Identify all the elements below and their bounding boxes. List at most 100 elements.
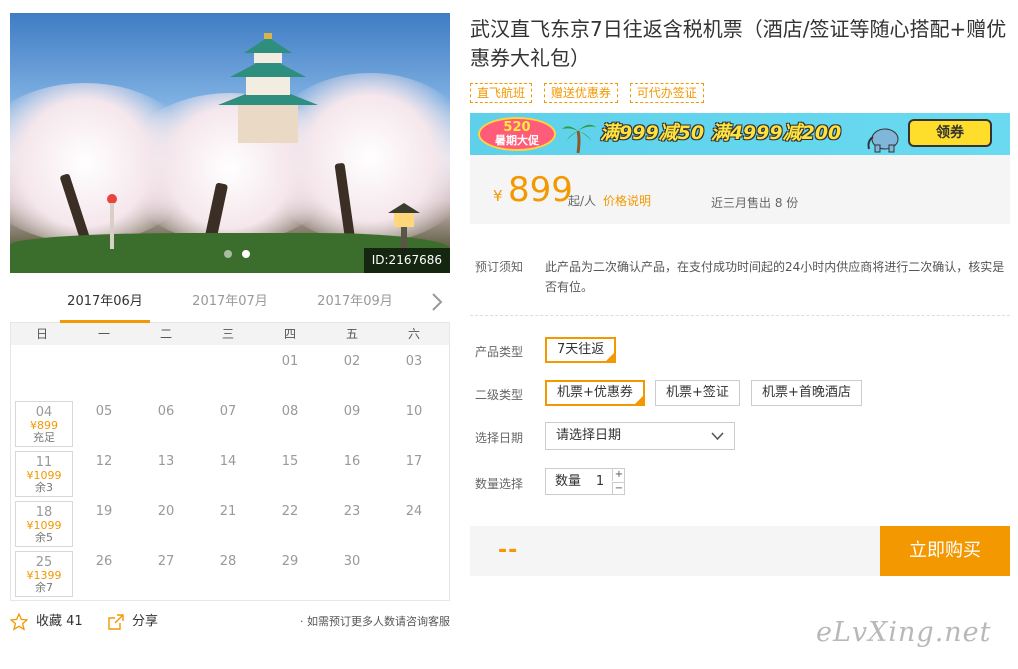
calendar-day-number: 08 [281, 404, 299, 419]
calendar-day-available[interactable]: 25 ¥1399 余7 [15, 551, 73, 597]
month-tab-1[interactable]: 2017年06月 [60, 283, 150, 323]
calendar-day-number: 27 [157, 554, 175, 569]
calendar-day: 20 [137, 501, 195, 547]
month-tab-2[interactable]: 2017年07月 [185, 283, 275, 323]
calendar-day: 27 [137, 551, 195, 597]
calendar-day-number: 29 [281, 554, 299, 569]
month-tabs: 2017年06月 2017年07月 2017年09月 [10, 283, 450, 323]
calendar-day-available[interactable]: 18 ¥1099 余5 [15, 501, 73, 547]
tag-direct-flight: 直飞航班 [470, 83, 533, 103]
chevron-down-icon [711, 432, 724, 441]
calendar-day: 17 [385, 451, 443, 497]
slide-dot-1[interactable] [224, 250, 232, 258]
purchase-bar: -- 立即购买 [470, 526, 1010, 576]
booking-notice-label: 预订须知 [475, 260, 524, 274]
calendar-day: 23 [323, 501, 381, 547]
product-title: 武汉直飞东京7日往返含税机票（酒店/签证等随心搭配+赠优惠券大礼包） [470, 17, 1007, 70]
calendar-day-stock: 余5 [35, 531, 53, 544]
weekday-label: 一 [97, 327, 110, 341]
sold-count: 近三月售出 8 份 [711, 196, 799, 210]
calendar-day: 30 [323, 551, 381, 597]
calendar-day-number: 26 [95, 554, 113, 569]
calendar-day-available[interactable]: 11 ¥1099 余3 [15, 451, 73, 497]
calendar-day-number: 06 [157, 404, 175, 419]
weekday-label: 二 [159, 327, 172, 341]
calendar-day-number: 02 [343, 354, 361, 369]
favorite-button[interactable]: 收藏 41 [10, 612, 90, 632]
chevron-right-icon[interactable] [428, 291, 446, 313]
calendar-day-number: 22 [281, 504, 299, 519]
date-label: 选择日期 [475, 431, 524, 445]
divider [470, 315, 1010, 316]
secondary-type-ticket-visa[interactable]: 机票+签证 [655, 380, 740, 406]
calendar-day: 07 [199, 401, 257, 447]
weekday-label: 日 [35, 327, 48, 341]
calendar-day-number: 17 [405, 454, 423, 469]
share-icon [108, 614, 124, 630]
secondary-type-ticket-hotel[interactable]: 机票+首晚酒店 [751, 380, 862, 406]
calendar-day: 16 [323, 451, 381, 497]
calendar-day: 19 [75, 501, 133, 547]
calendar-day: 12 [75, 451, 133, 497]
calendar-day-number: 18 [35, 505, 53, 520]
booking-notice-text: 此产品为二次确认产品，在支付成功时间起的24小时内供应商将进行二次确认，核实是否… [545, 260, 1005, 294]
product-type-7day-roundtrip[interactable]: 7天往返 [545, 337, 617, 363]
palm-tree-icon [562, 124, 596, 153]
price-currency: ¥ [493, 187, 503, 205]
consult-hint: · 如需预订更多人数请咨询客服 [300, 615, 450, 628]
quantity-increase-button[interactable]: + [612, 469, 625, 481]
image-id-label: ID:2167686 [363, 248, 450, 273]
calendar-day-number: 10 [405, 404, 423, 419]
calendar-day-number: 16 [343, 454, 361, 469]
calendar-day-number: 03 [405, 354, 423, 369]
calendar-day-number: 24 [405, 504, 423, 519]
calendar-day: 21 [199, 501, 257, 547]
secondary-type-label: 二级类型 [475, 388, 524, 402]
product-image-gallery[interactable]: ID:2167686 [10, 13, 450, 273]
price-explain-link[interactable]: 价格说明 [603, 192, 651, 209]
calendar-day-number: 25 [35, 555, 53, 570]
calendar-day: 09 [323, 401, 381, 447]
price-amount: 899 [508, 170, 573, 210]
secondary-type-ticket-coupon[interactable]: 机票+优惠券 [545, 380, 645, 406]
calendar-day-number: 28 [219, 554, 237, 569]
date-select-placeholder: 请选择日期 [556, 428, 622, 443]
calendar-day-number: 14 [219, 454, 237, 469]
calendar-day: 29 [261, 551, 319, 597]
promo-badge: 520 暑期大促 [478, 117, 556, 151]
calendar-day-number: 21 [219, 504, 237, 519]
product-tags: 直飞航班 赠送优惠券 可代办签证 [470, 83, 712, 103]
promo-banner[interactable]: 520 暑期大促 满999减50 满4999减200 领券 [470, 113, 1010, 155]
calendar-day: 02 [323, 351, 381, 397]
calendar-day-number: 05 [95, 404, 113, 419]
promo-deal-text: 满999减50 满4999减200 [600, 122, 842, 144]
buy-now-button[interactable]: 立即购买 [880, 526, 1010, 576]
calendar-day: 03 [385, 351, 443, 397]
quantity-input[interactable]: 1 [590, 469, 610, 494]
calendar-day: 26 [75, 551, 133, 597]
calendar-day-stock: 余7 [35, 581, 53, 594]
claim-coupon-button[interactable]: 领券 [908, 119, 992, 147]
share-label: 分享 [132, 614, 159, 629]
quantity-decrease-button[interactable]: − [612, 482, 625, 494]
calendar-day: 22 [261, 501, 319, 547]
calendar-day-number: 09 [343, 404, 361, 419]
calendar-day-number: 12 [95, 454, 113, 469]
calendar-day-stock: 余3 [35, 481, 53, 494]
promo-badge-number: 520 [503, 120, 531, 135]
calendar-day: 14 [199, 451, 257, 497]
share-button[interactable]: 分享 [107, 612, 167, 632]
slide-dot-2[interactable] [242, 250, 250, 258]
month-tab-3[interactable]: 2017年09月 [310, 283, 400, 323]
site-watermark: eLvXing.net [816, 617, 992, 648]
calendar-day-available[interactable]: 04 ¥899 充足 [15, 401, 73, 447]
tag-coupon-gift: 赠送优惠券 [543, 83, 618, 103]
price-panel: ¥ 899 起/人 价格说明 近三月售出 8 份 [470, 155, 1010, 224]
calendar-day: 06 [137, 401, 195, 447]
calendar-day-number: 04 [35, 405, 53, 420]
weekday-label: 三 [221, 327, 234, 341]
price-unit: 起/人 [568, 194, 597, 208]
price-calendar: 日 一 二 三 四 五 六 01 02 03 04 ¥899 充足 05 06 07 08 09 10 11 ¥109… [10, 323, 450, 601]
date-select[interactable]: 请选择日期 [545, 422, 735, 450]
calendar-day-number: 19 [95, 504, 113, 519]
